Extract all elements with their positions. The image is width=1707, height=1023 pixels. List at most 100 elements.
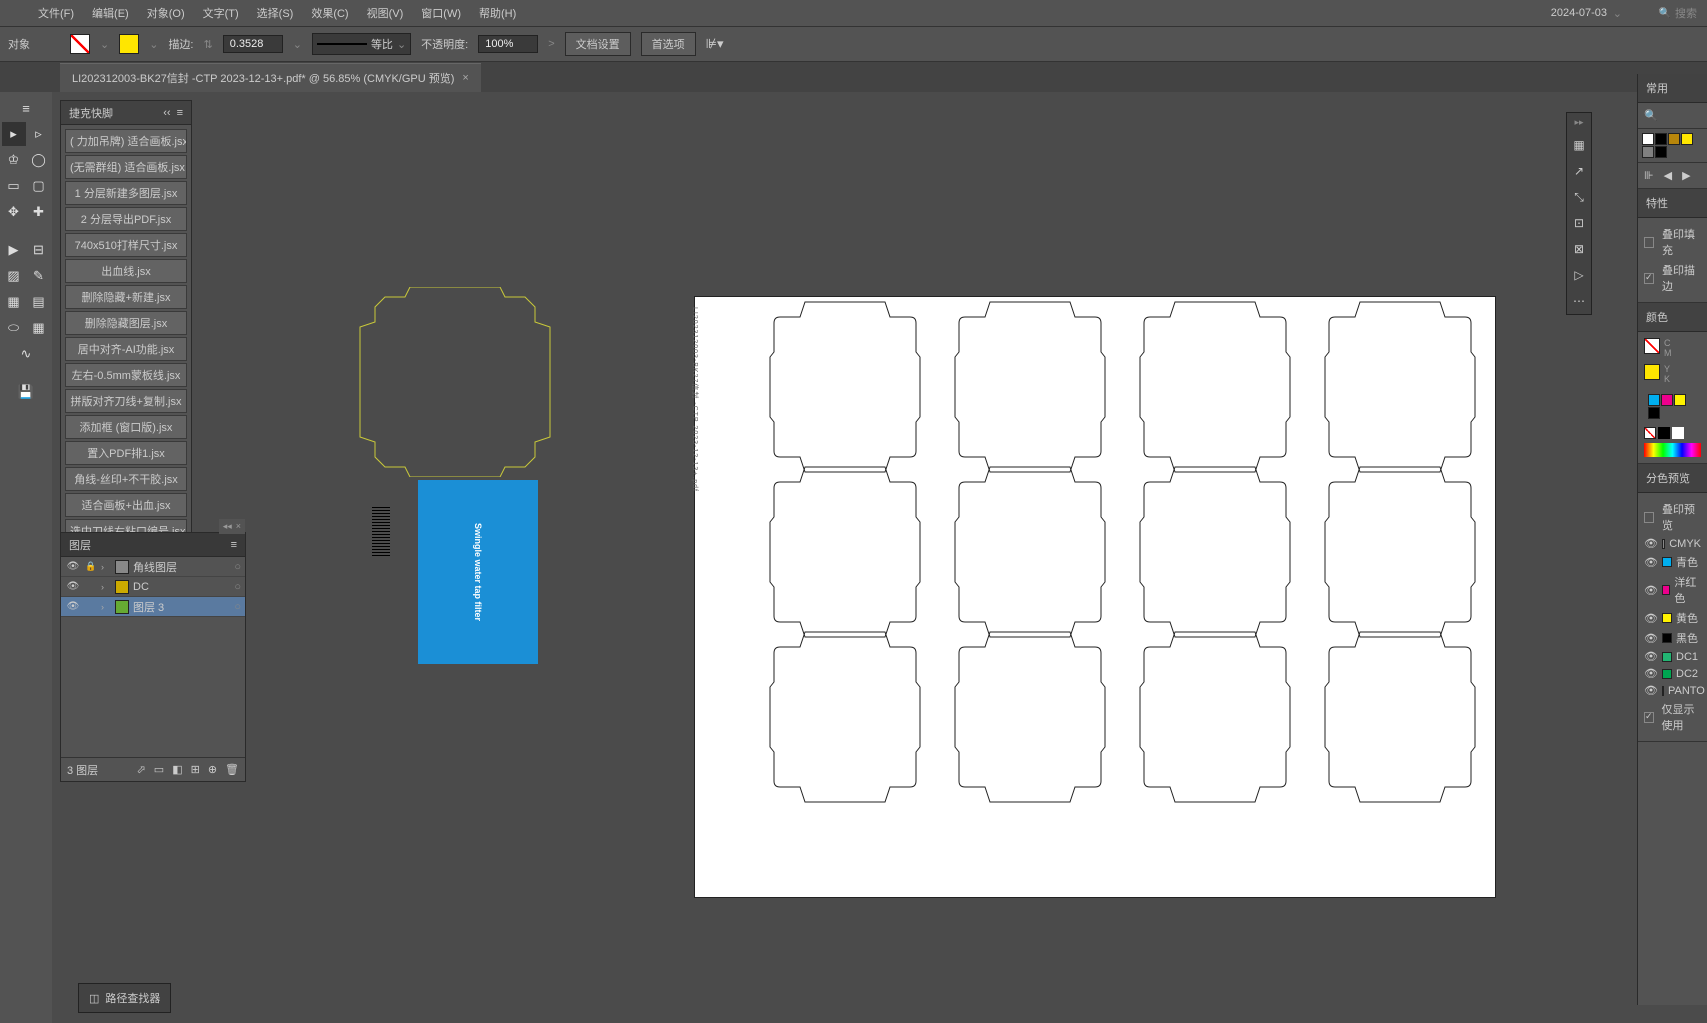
date-display[interactable]: 2024-07-03 bbox=[1551, 7, 1607, 19]
script-item[interactable]: 角线-丝印+不干胶.jsx bbox=[65, 467, 187, 491]
search-icon[interactable]: 🔍 bbox=[1644, 110, 1658, 122]
menu-edit[interactable]: 编辑(E) bbox=[84, 1, 137, 25]
script-item[interactable]: 删除隐藏+新建.jsx bbox=[65, 285, 187, 309]
common-panel-tab[interactable]: 常用 bbox=[1638, 74, 1707, 103]
align-menu-icon[interactable]: ⊯▾ bbox=[706, 36, 724, 52]
script-item[interactable]: 2 分层导出PDF.jsx bbox=[65, 207, 187, 231]
move-tool[interactable]: ✥ bbox=[2, 200, 26, 224]
separation-row[interactable]: 👁DC1 bbox=[1644, 648, 1701, 665]
menu-object[interactable]: 对象(O) bbox=[139, 1, 193, 25]
collapse-icon[interactable]: ‹‹ bbox=[163, 107, 170, 119]
lock-icon[interactable]: 🔒 bbox=[85, 561, 97, 572]
menu-view[interactable]: 视图(V) bbox=[359, 1, 412, 25]
artboard-tool[interactable]: ▭ bbox=[2, 174, 26, 198]
expand-icon[interactable]: › bbox=[101, 562, 111, 572]
script-item[interactable]: ( 力加吊牌) 适合画板.jsx bbox=[65, 129, 187, 153]
dropdown-icon[interactable]: > bbox=[548, 38, 554, 50]
dropdown-icon[interactable]: ⌄ bbox=[293, 38, 302, 51]
canvas[interactable]: Swingle water tap filter LI202312003-BK2… bbox=[200, 92, 1637, 1023]
properties-panel-tab[interactable]: 特性 bbox=[1638, 189, 1707, 218]
nav-icon[interactable]: ⊪ bbox=[1644, 169, 1654, 182]
swatch-magenta[interactable] bbox=[1661, 394, 1673, 406]
grid-tool-2[interactable]: ▦ bbox=[27, 316, 51, 340]
menu-help[interactable]: 帮助(H) bbox=[471, 1, 524, 25]
visibility-icon[interactable]: 👁 bbox=[65, 601, 81, 612]
white-swatch[interactable] bbox=[1672, 427, 1684, 439]
crop-icon[interactable]: ⊠ bbox=[1570, 240, 1588, 258]
nav-next-icon[interactable]: ▶ bbox=[1682, 169, 1690, 182]
script-item[interactable]: 左右-0.5mm蒙板线.jsx bbox=[65, 363, 187, 387]
swatch-white[interactable] bbox=[1642, 133, 1654, 145]
nav-prev-icon[interactable]: ◀ bbox=[1664, 169, 1672, 182]
script-item[interactable]: (无需群组) 适合画板.jsx bbox=[65, 155, 187, 179]
save-tool[interactable]: 💾 bbox=[14, 380, 38, 404]
panel-tool[interactable]: ▤ bbox=[27, 290, 51, 314]
script-item[interactable]: 740x510打样尺寸.jsx bbox=[65, 233, 187, 257]
locate-layer-icon[interactable]: ⬀ bbox=[137, 763, 146, 776]
none-swatch[interactable] bbox=[1644, 427, 1656, 439]
collapse-icon[interactable]: ▸▸ bbox=[1574, 117, 1583, 128]
swatch-yellow[interactable] bbox=[1681, 133, 1693, 145]
fill-swatch[interactable] bbox=[70, 34, 90, 54]
add-tool[interactable]: ✚ bbox=[27, 200, 51, 224]
stepper-icon[interactable]: ⇅ bbox=[204, 38, 213, 51]
color-spectrum[interactable] bbox=[1644, 443, 1701, 457]
menu-window[interactable]: 窗口(W) bbox=[413, 1, 469, 25]
menu-select[interactable]: 选择(S) bbox=[249, 1, 302, 25]
visibility-icon[interactable]: 👁 bbox=[1644, 584, 1658, 597]
expand-icon[interactable]: › bbox=[101, 602, 111, 612]
stroke-dash-type[interactable]: 等比⌄ bbox=[312, 33, 411, 55]
separation-row[interactable]: 👁黄色 bbox=[1644, 608, 1701, 628]
envelope-artwork[interactable]: Swingle water tap filter bbox=[418, 480, 538, 664]
link-tool[interactable]: ⬭ bbox=[2, 316, 26, 340]
swatch-brown[interactable] bbox=[1668, 133, 1680, 145]
visibility-icon[interactable]: 👁 bbox=[65, 581, 81, 592]
visibility-icon[interactable]: 👁 bbox=[1644, 667, 1658, 680]
visibility-icon[interactable]: 👁 bbox=[1644, 684, 1658, 697]
preferences-button[interactable]: 首选项 bbox=[641, 32, 696, 56]
overprint-stroke-checkbox[interactable] bbox=[1644, 273, 1654, 284]
swatch-tool[interactable]: ▨ bbox=[2, 264, 26, 288]
swatch-black[interactable] bbox=[1655, 133, 1667, 145]
pathfinder-panel[interactable]: ◫ 路径查找器 bbox=[78, 983, 171, 1013]
menu-type[interactable]: 文字(T) bbox=[195, 1, 247, 25]
panel-menu-icon[interactable]: ≡ bbox=[177, 107, 183, 119]
swatch-gray[interactable] bbox=[1642, 146, 1654, 158]
separation-row[interactable]: 👁洋红色 bbox=[1644, 572, 1701, 608]
overprint-preview-checkbox[interactable] bbox=[1644, 512, 1654, 523]
mask-icon[interactable]: ◧ bbox=[172, 763, 182, 776]
stroke-swatch[interactable] bbox=[119, 34, 139, 54]
expand-icon[interactable]: › bbox=[101, 582, 111, 592]
play-icon[interactable]: ▶ bbox=[2, 238, 26, 262]
crown-tool[interactable]: ♔ bbox=[2, 148, 26, 172]
single-dieline-path[interactable] bbox=[355, 287, 555, 477]
stroke-proxy[interactable] bbox=[1644, 364, 1660, 380]
swatch-yellow2[interactable] bbox=[1674, 394, 1686, 406]
menu-effect[interactable]: 效果(C) bbox=[303, 1, 356, 25]
dropdown-icon[interactable]: ⌄ bbox=[149, 38, 158, 51]
grid-tool[interactable]: ▦ bbox=[2, 290, 26, 314]
swatch-black3[interactable] bbox=[1648, 407, 1660, 419]
dropdown-icon[interactable]: ⌄ bbox=[1613, 7, 1622, 20]
dropdown-icon[interactable]: ⌄ bbox=[100, 38, 109, 51]
script-item[interactable]: 居中对齐-AI功能.jsx bbox=[65, 337, 187, 361]
document-setup-button[interactable]: 文档设置 bbox=[565, 32, 631, 56]
collect-icon[interactable]: ▭ bbox=[154, 763, 164, 776]
script-item[interactable]: 拼版对齐刀线+复制.jsx bbox=[65, 389, 187, 413]
opacity-input[interactable] bbox=[478, 35, 538, 53]
script-item[interactable]: 1 分层新建多图层.jsx bbox=[65, 181, 187, 205]
visibility-icon[interactable]: 👁 bbox=[1644, 612, 1658, 625]
hamburger-icon[interactable]: ≡ bbox=[14, 96, 38, 120]
swatch-cyan[interactable] bbox=[1648, 394, 1660, 406]
menu-file[interactable]: 文件(F) bbox=[30, 1, 82, 25]
separation-row[interactable]: 👁PANTO bbox=[1644, 682, 1701, 699]
script-item[interactable]: 置入PDF排1.jsx bbox=[65, 441, 187, 465]
pencil-tool[interactable]: ✎ bbox=[27, 264, 51, 288]
separation-row[interactable]: 👁DC2 bbox=[1644, 665, 1701, 682]
separation-row[interactable]: 👁CMYK bbox=[1644, 535, 1701, 552]
close-tab-icon[interactable]: × bbox=[462, 72, 468, 84]
separation-row[interactable]: 👁青色 bbox=[1644, 552, 1701, 572]
script-item[interactable]: 适合画板+出血.jsx bbox=[65, 493, 187, 517]
visibility-icon[interactable]: 👁 bbox=[65, 561, 81, 572]
sublayer-icon[interactable]: ⊞ bbox=[191, 763, 200, 776]
